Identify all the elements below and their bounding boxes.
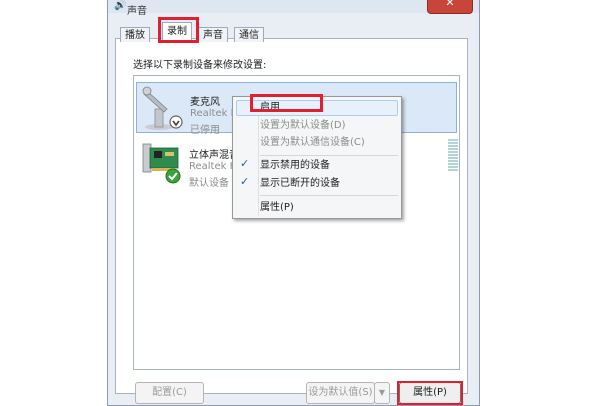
- context-menu: 启用 设置为默认设备(D) 设置为默认通信设备(C) ✓ 显示禁用的设备 ✓ 显…: [232, 96, 402, 219]
- level-meter: [448, 139, 458, 172]
- title-bar: 🔊 声音 ✕: [108, 0, 479, 17]
- menu-separator: [260, 195, 398, 196]
- device-name: 麦克风: [190, 97, 220, 108]
- instruction-text: 选择以下录制设备来修改设置:: [133, 60, 267, 71]
- tab-communications[interactable]: 通信: [234, 27, 264, 42]
- device-status: 已停用: [190, 125, 220, 136]
- device-vendor: Realtek H: [190, 108, 239, 119]
- close-button[interactable]: ✕: [427, 0, 473, 14]
- menu-item-show-disabled[interactable]: 显示禁用的设备: [260, 158, 330, 174]
- tab-playback[interactable]: 播放: [120, 27, 150, 42]
- tab-sounds[interactable]: 声音: [198, 27, 228, 42]
- button-highlight-box: [397, 381, 463, 405]
- set-default-button[interactable]: 设为默认值(S): [306, 382, 375, 404]
- device-vendor: Realtek H: [189, 161, 238, 172]
- speaker-icon: 🔊: [114, 0, 127, 11]
- menu-gutter: [258, 99, 259, 216]
- device-status: 默认设备: [189, 178, 229, 189]
- microphone-icon: [142, 86, 183, 130]
- menu-item-show-disconnected[interactable]: 显示已断开的设备: [260, 176, 340, 192]
- menu-separator: [260, 155, 398, 156]
- checkmark-icon: ✓: [240, 157, 250, 170]
- window-title: 声音: [127, 6, 147, 17]
- sound-card-icon: [142, 143, 181, 184]
- checkmark-icon: ✓: [240, 175, 250, 188]
- menu-item-set-default-device[interactable]: 设置为默认设备(D): [260, 118, 346, 134]
- menu-item-properties[interactable]: 属性(P): [260, 200, 294, 216]
- menu-item-set-default-comm-device[interactable]: 设置为默认通信设备(C): [260, 135, 365, 151]
- menu-highlight-box: [250, 94, 323, 112]
- configure-button[interactable]: 配置(C): [135, 382, 204, 404]
- tab-highlight-box: [158, 17, 199, 43]
- set-default-dropdown[interactable]: ▼: [374, 382, 390, 404]
